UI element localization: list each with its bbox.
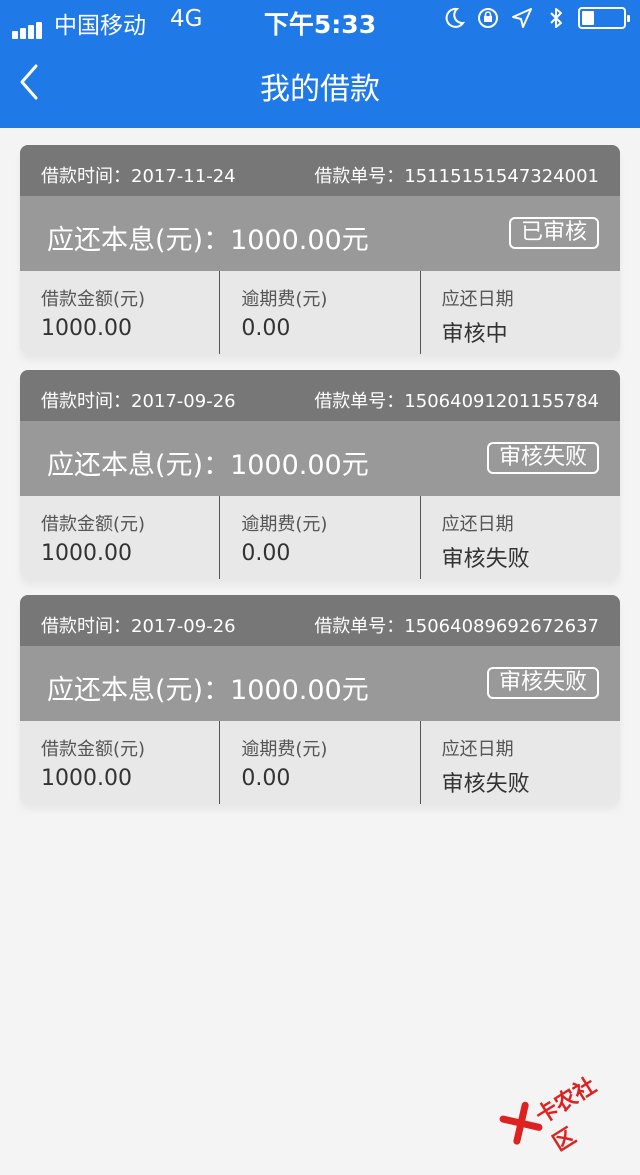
due-date-label: 应还日期 [442,510,620,536]
due-date-cell: 应还日期 审核中 [420,271,620,354]
loan-order-number: 借款单号：15064089692672637 [314,612,599,638]
overdue-fee-cell: 逾期费(元) 0.00 [219,271,419,354]
bluetooth-icon [544,6,568,30]
repayment-amount: 应还本息(元)：1000.00元 [47,668,369,707]
loan-card-header: 借款时间：2017-09-26 借款单号：15064091201155784 [20,370,620,421]
loan-date: 借款时间：2017-11-24 [41,162,236,188]
loan-list: 借款时间：2017-11-24 借款单号：15115151547324001 应… [20,145,620,820]
principal-value: 1000.00 [41,541,219,566]
due-date-cell: 应还日期 审核失败 [420,721,620,804]
repayment-amount: 应还本息(元)：1000.00元 [47,218,369,257]
moon-icon [442,6,466,30]
principal-cell: 借款金额(元) 1000.00 [20,496,219,579]
loan-order-number: 借款单号：15115151547324001 [314,162,599,188]
loan-card[interactable]: 借款时间：2017-09-26 借款单号：15064091201155784 应… [20,370,620,579]
watermark-text: 卡农社区 [529,1060,632,1158]
overdue-fee-value: 0.00 [241,316,419,341]
due-date-value: 审核中 [442,316,620,348]
loan-card-header: 借款时间：2017-11-24 借款单号：15115151547324001 [20,145,620,196]
page-title: 我的借款 [0,64,640,108]
loan-card-summary: 应还本息(元)：1000.00元 审核失败 [20,421,620,496]
overdue-fee-cell: 逾期费(元) 0.00 [219,496,419,579]
loan-order-number: 借款单号：15064091201155784 [314,387,599,413]
due-date-value: 审核失败 [442,541,620,573]
due-date-cell: 应还日期 审核失败 [420,496,620,579]
battery-icon [578,7,626,29]
loan-card-summary: 应还本息(元)：1000.00元 已审核 [20,196,620,271]
overdue-fee-label: 逾期费(元) [241,510,419,536]
loan-status-button[interactable]: 审核失败 [487,442,599,474]
principal-label: 借款金额(元) [41,735,219,761]
overdue-fee-cell: 逾期费(元) 0.00 [219,721,419,804]
watermark-logo: 卡农社区 [491,1046,632,1175]
due-date-label: 应还日期 [442,285,620,311]
app-header: 中国移动 4G 下午5:33 我的借款 [0,0,640,128]
principal-label: 借款金额(元) [41,285,219,311]
overdue-fee-value: 0.00 [241,541,419,566]
rotation-lock-icon [476,6,500,30]
principal-value: 1000.00 [41,316,219,341]
overdue-fee-label: 逾期费(元) [241,735,419,761]
status-bar: 中国移动 4G 下午5:33 [0,0,640,40]
loan-card[interactable]: 借款时间：2017-11-24 借款单号：15115151547324001 应… [20,145,620,354]
due-date-label: 应还日期 [442,735,620,761]
repayment-amount: 应还本息(元)：1000.00元 [47,443,369,482]
loan-card-details: 借款金额(元) 1000.00 逾期费(元) 0.00 应还日期 审核中 [20,271,620,354]
loan-card-header: 借款时间：2017-09-26 借款单号：15064089692672637 [20,595,620,646]
loan-date: 借款时间：2017-09-26 [41,387,236,413]
location-arrow-icon [510,6,534,30]
principal-label: 借款金额(元) [41,510,219,536]
overdue-fee-label: 逾期费(元) [241,285,419,311]
overdue-fee-value: 0.00 [241,766,419,791]
loan-card-summary: 应还本息(元)：1000.00元 审核失败 [20,646,620,721]
status-icons [442,6,626,30]
principal-value: 1000.00 [41,766,219,791]
loan-status-button[interactable]: 已审核 [509,217,599,249]
principal-cell: 借款金额(元) 1000.00 [20,271,219,354]
due-date-value: 审核失败 [442,766,620,798]
loan-card-details: 借款金额(元) 1000.00 逾期费(元) 0.00 应还日期 审核失败 [20,496,620,579]
loan-card-details: 借款金额(元) 1000.00 逾期费(元) 0.00 应还日期 审核失败 [20,721,620,804]
loan-date: 借款时间：2017-09-26 [41,612,236,638]
loan-status-button[interactable]: 审核失败 [487,667,599,699]
principal-cell: 借款金额(元) 1000.00 [20,721,219,804]
loan-card[interactable]: 借款时间：2017-09-26 借款单号：15064089692672637 应… [20,595,620,804]
